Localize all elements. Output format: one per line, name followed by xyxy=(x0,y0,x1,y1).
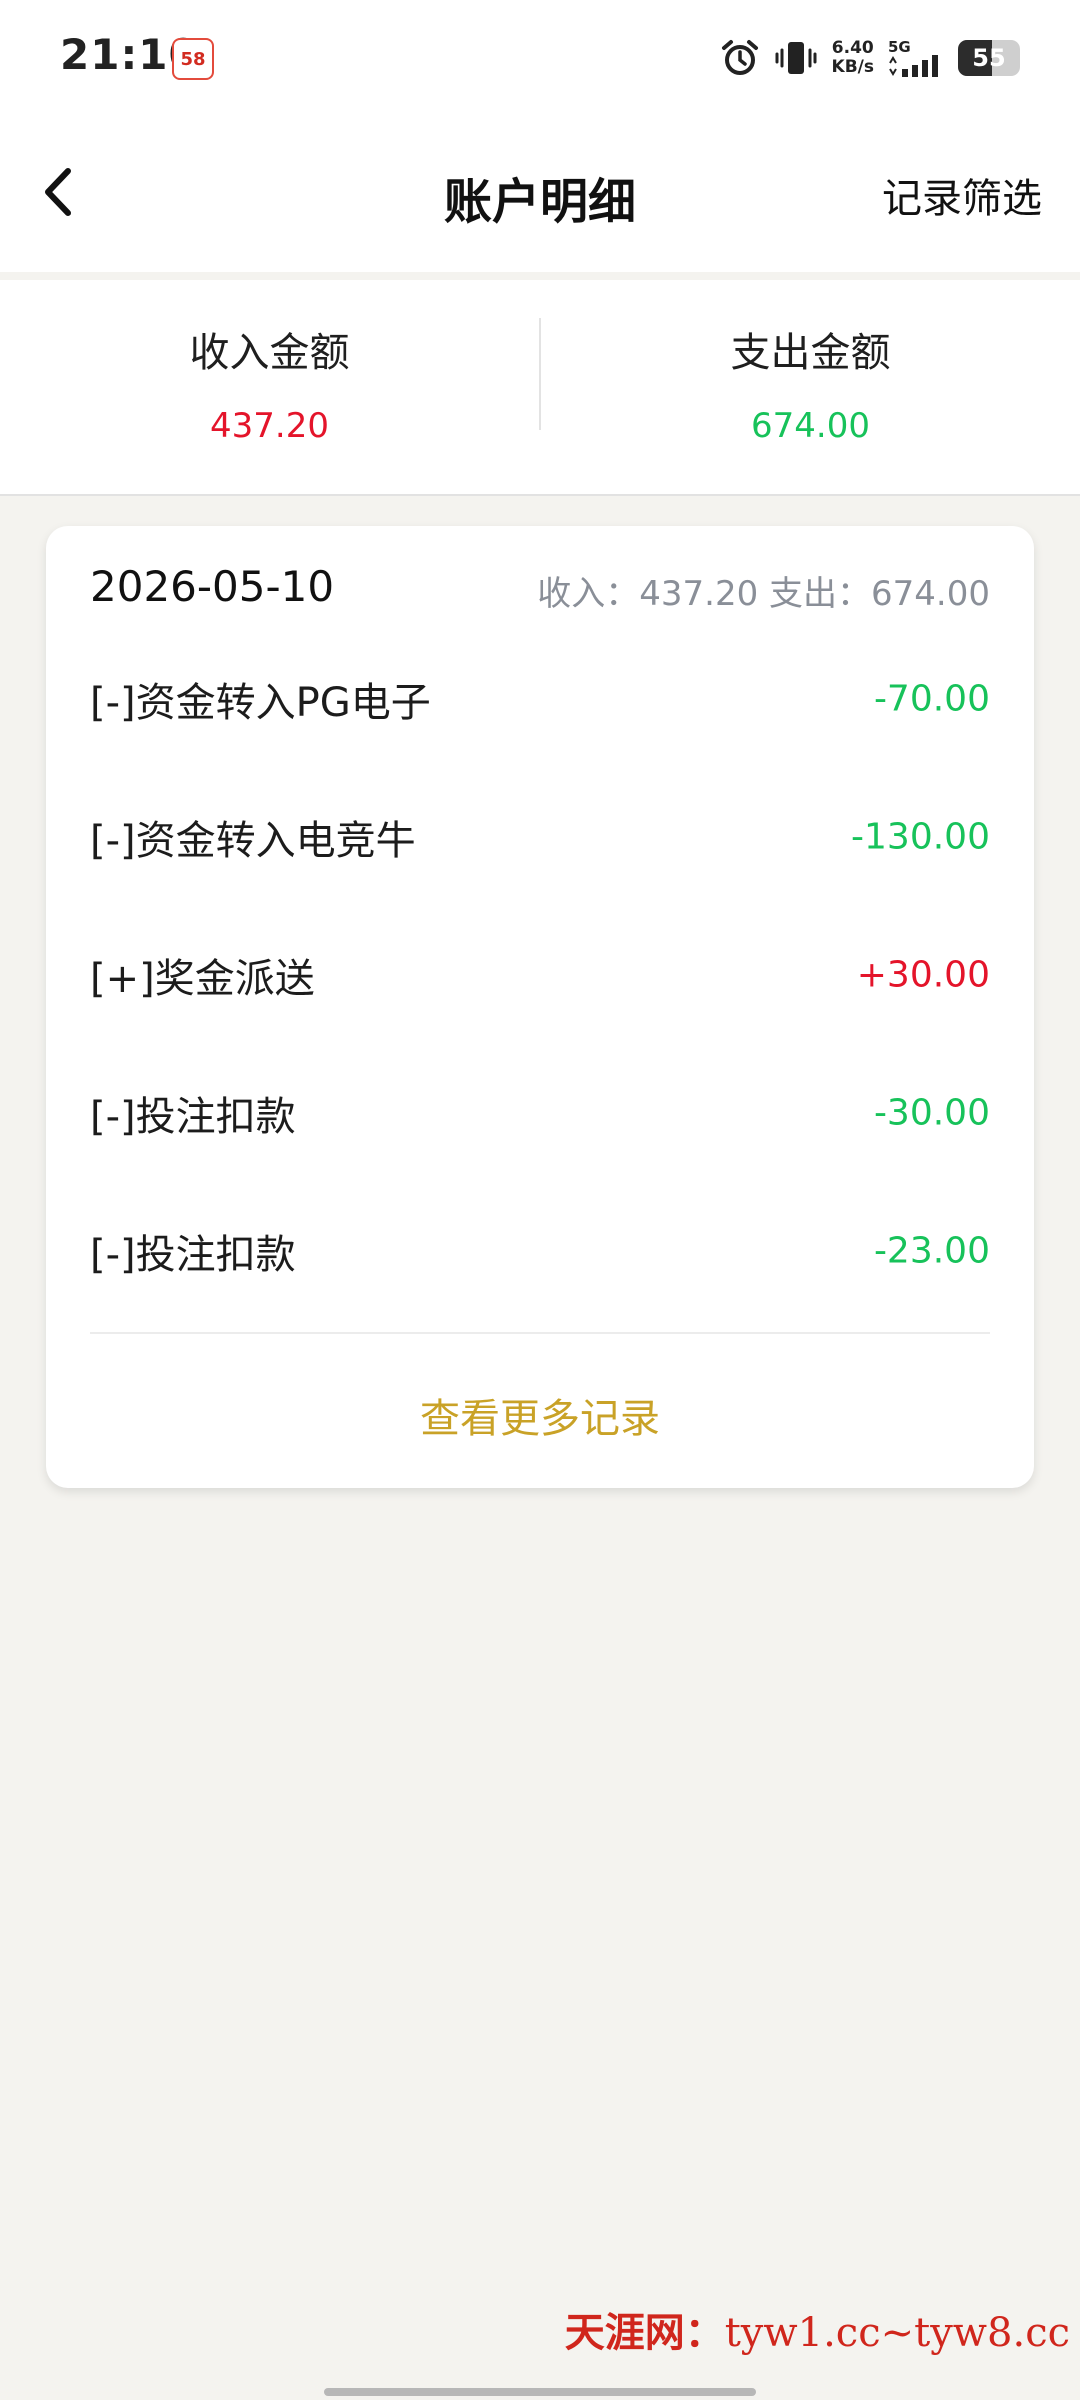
amount-summary: 收入金额 437.20 支出金额 674.00 xyxy=(0,280,1080,496)
record-list: [-]资金转入PG电子 -70.00 [-]资金转入电竞牛 -130.00 [+… xyxy=(90,630,990,1320)
expense-label: 支出金额 xyxy=(730,330,891,376)
record-row[interactable]: [-]资金转入PG电子 -70.00 xyxy=(90,630,990,768)
record-row[interactable]: [-]资金转入电竞牛 -130.00 xyxy=(90,768,990,906)
network-speed-unit: KB/s xyxy=(831,57,874,77)
network-type: 5G xyxy=(888,38,911,56)
card-divider xyxy=(90,1332,990,1334)
record-row[interactable]: [-]投注扣款 -23.00 xyxy=(90,1182,990,1320)
expense-summary: 支出金额 674.00 xyxy=(541,280,1080,494)
day-summary: 收入：437.20 支出：674.00 xyxy=(537,574,990,614)
header: 账户明细 记录筛选 xyxy=(0,112,1080,272)
view-more-records-button[interactable]: 查看更多记录 xyxy=(46,1386,1034,1444)
record-title: [-]投注扣款 xyxy=(90,1232,296,1278)
watermark-domains: tyw1.cc~tyw8.cc xyxy=(724,2310,1070,2356)
status-bar: 21:10 58 6.40 KB/s 5G 55 xyxy=(0,0,1080,112)
alarm-clock-icon xyxy=(721,40,758,75)
status-icons: 6.40 KB/s 5G 55 xyxy=(720,30,1020,86)
vibrate-icon xyxy=(775,42,817,74)
record-amount: -23.00 xyxy=(873,1230,990,1272)
record-title: [-]资金转入PG电子 xyxy=(90,680,431,726)
home-indicator[interactable] xyxy=(324,2388,756,2396)
battery-level: 55 xyxy=(972,44,1006,72)
record-amount: -130.00 xyxy=(851,816,990,858)
record-card: 2026-05-10 收入：437.20 支出：674.00 [-]资金转入PG… xyxy=(46,526,1034,1488)
signal-strength-icon xyxy=(889,55,938,77)
record-amount: +30.00 xyxy=(856,954,990,996)
battery-icon: 55 xyxy=(958,40,1020,76)
record-amount: -70.00 xyxy=(873,678,990,720)
income-summary: 收入金额 437.20 xyxy=(0,280,539,494)
watermark-name: 天涯网： xyxy=(564,2309,725,2356)
watermark: 天涯网：tyw1.cc~tyw8.cc xyxy=(565,2300,1070,2358)
income-label: 收入金额 xyxy=(189,330,350,376)
network-speed-value: 6.40 xyxy=(831,38,874,58)
record-amount: -30.00 xyxy=(873,1092,990,1134)
app-notification-icon: 58 xyxy=(172,38,214,80)
record-title: [+]奖金派送 xyxy=(90,956,315,1002)
record-row[interactable]: [+]奖金派送 +30.00 xyxy=(90,906,990,1044)
expense-value: 674.00 xyxy=(751,406,870,446)
network-speed: 6.40 KB/s xyxy=(832,39,874,77)
record-row[interactable]: [-]投注扣款 -30.00 xyxy=(90,1044,990,1182)
record-filter-button[interactable]: 记录筛选 xyxy=(882,166,1042,224)
record-title: [-]投注扣款 xyxy=(90,1094,296,1140)
income-value: 437.20 xyxy=(210,406,329,446)
record-title: [-]资金转入电竞牛 xyxy=(90,818,416,864)
network-block: 5G xyxy=(888,39,944,77)
record-date: 2026-05-10 xyxy=(90,562,335,611)
